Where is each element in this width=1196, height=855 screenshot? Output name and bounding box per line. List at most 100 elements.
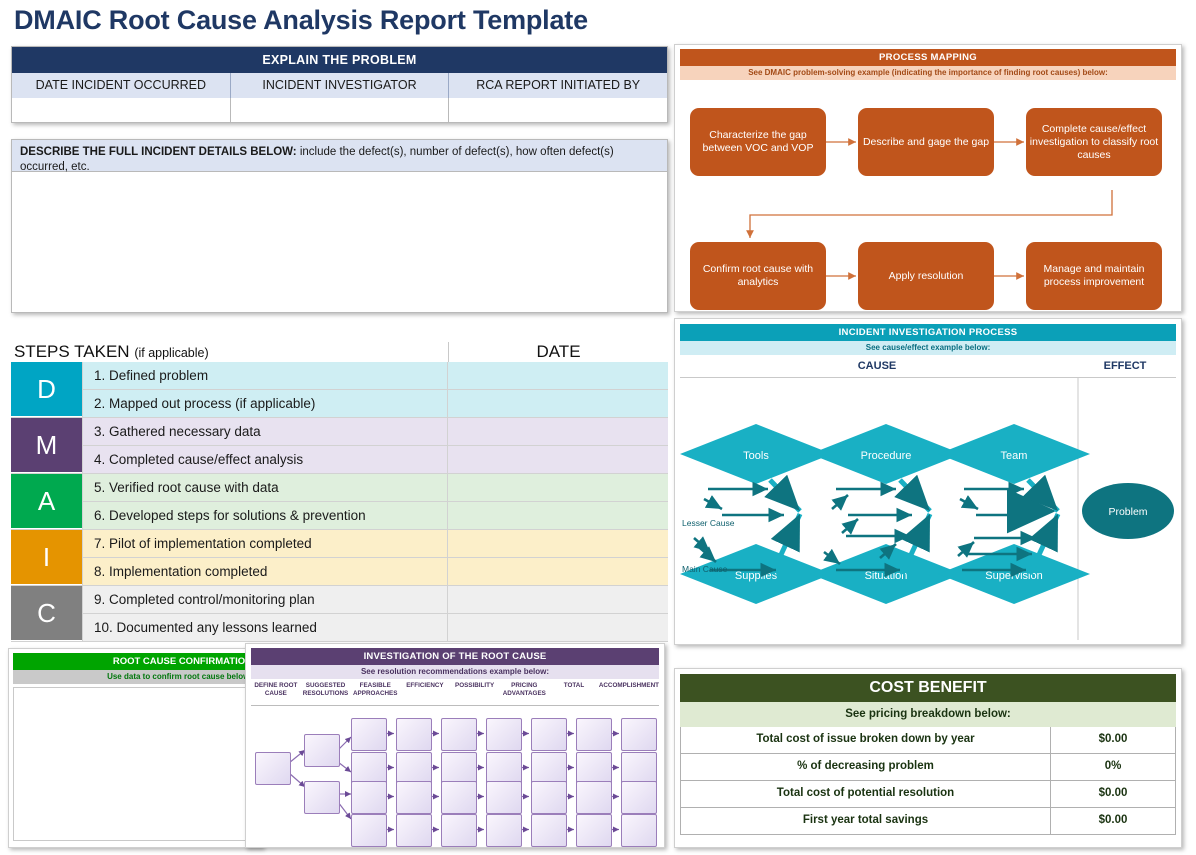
root-cause-confirmation-subheader: Use data to confirm root cause below: <box>13 670 258 684</box>
column-header-incident-investigator: INCIDENT INVESTIGATOR <box>231 73 450 98</box>
root-cause-confirmation-header: ROOT CAUSE CONFIRMATION <box>13 653 258 670</box>
tree-node-r3-c2[interactable] <box>396 781 432 814</box>
step-date-field[interactable] <box>448 586 668 613</box>
svg-text:Supervision: Supervision <box>985 570 1042 582</box>
tree-node-r3-c7[interactable] <box>621 781 657 814</box>
cost-benefit-value[interactable]: $0.00 <box>1051 727 1175 753</box>
tree-node-r1-c7[interactable] <box>621 718 657 751</box>
tree-node-r4-c5[interactable] <box>531 814 567 847</box>
column-header-rca-report-initiated-by: RCA REPORT INITIATED BY <box>476 78 641 92</box>
cost-benefit-value[interactable]: $0.00 <box>1051 781 1175 807</box>
cost-benefit-value[interactable]: 0% <box>1051 754 1175 780</box>
process-box-6[interactable]: Manage and maintain process improvement <box>1026 242 1162 310</box>
cost-benefit-header: COST BENEFIT <box>680 674 1176 702</box>
svg-text:Tools: Tools <box>743 450 769 462</box>
cost-benefit-table: Total cost of issue broken down by year $… <box>675 727 1181 835</box>
tree-node-branch-2[interactable] <box>304 781 340 814</box>
describe-incident-textarea[interactable] <box>12 172 667 312</box>
fishbone-diagram: Tools Procedure Team Supplies Situation … <box>680 377 1176 640</box>
process-mapping-header: PROCESS MAPPING <box>680 49 1176 66</box>
tree-node-root[interactable] <box>255 752 291 785</box>
steps-taken-title: STEPS TAKEN (if applicable) <box>11 342 448 362</box>
dmaic-letter-m: M <box>11 418 82 472</box>
explain-the-problem-column-headers: DATE INCIDENT OCCURRED INCIDENT INVESTIG… <box>12 73 667 98</box>
step-task-label: 1. Defined problem <box>82 362 448 389</box>
page-title: DMAIC Root Cause Analysis Report Templat… <box>14 5 588 35</box>
rca-report-initiated-by-field[interactable] <box>449 98 667 122</box>
cost-benefit-label: Total cost of potential resolution <box>681 781 1051 807</box>
tree-node-r4-c1[interactable] <box>351 814 387 847</box>
tree-node-r3-c5[interactable] <box>531 781 567 814</box>
dmaic-letter-d: D <box>11 362 82 416</box>
tree-node-r1-c3[interactable] <box>441 718 477 751</box>
tree-node-r4-c3[interactable] <box>441 814 477 847</box>
date-incident-occurred-field[interactable] <box>12 98 231 122</box>
step-date-field[interactable] <box>448 502 668 529</box>
fishbone-annotation-main-cause: Main Cause <box>682 564 728 574</box>
tree-node-r1-c5[interactable] <box>531 718 567 751</box>
fishbone-column-labels: CAUSE EFFECT <box>680 360 1176 377</box>
tree-node-r4-c4[interactable] <box>486 814 522 847</box>
tree-node-r1-c1[interactable] <box>351 718 387 751</box>
tree-node-r4-c2[interactable] <box>396 814 432 847</box>
step-date-field[interactable] <box>448 474 668 501</box>
tree-node-r4-c7[interactable] <box>621 814 657 847</box>
steps-taken-header-row: STEPS TAKEN (if applicable) DATE <box>11 332 668 362</box>
step-task-label: 2. Mapped out process (if applicable) <box>82 390 448 417</box>
tree-node-r3-c6[interactable] <box>576 781 612 814</box>
fishbone-svg: Tools Procedure Team Supplies Situation … <box>680 378 1174 640</box>
tree-node-r3-c1[interactable] <box>351 781 387 814</box>
tree-node-r3-c3[interactable] <box>441 781 477 814</box>
steps-table-row: I 7. Pilot of implementation completed <box>11 530 668 584</box>
steps-taken-title-note: (if applicable) <box>134 346 209 360</box>
incident-investigation-panel: INCIDENT INVESTIGATION PROCESS See cause… <box>674 318 1182 645</box>
tree-node-r1-c6[interactable] <box>576 718 612 751</box>
step-task-label: 5. Verified root cause with data <box>82 474 448 501</box>
step-date-field[interactable] <box>448 558 668 585</box>
column-header-date-incident-occurred: DATE INCIDENT OCCURRED <box>12 73 231 98</box>
step-date-field[interactable] <box>448 530 668 557</box>
fishbone-header: INCIDENT INVESTIGATION PROCESS <box>680 324 1176 341</box>
cost-benefit-label: % of decreasing problem <box>681 754 1051 780</box>
investigation-tree-diagram <box>251 705 659 847</box>
steps-taken-table: D 1. Defined problem 2. Mapped out process… <box>11 362 668 642</box>
svg-text:Team: Team <box>1001 450 1028 462</box>
step-date-field[interactable] <box>448 446 668 473</box>
fishbone-effect-label: EFFECT <box>1103 360 1147 372</box>
tree-node-r4-c6[interactable] <box>576 814 612 847</box>
process-box-3[interactable]: Complete cause/effect investigation to c… <box>1026 108 1162 176</box>
investigation-column-7: TOTAL <box>563 682 585 689</box>
steps-table-row: D 1. Defined problem <box>11 362 668 416</box>
steps-table-row: 6. Developed steps for solutions & preve… <box>11 502 668 530</box>
cost-benefit-panel: COST BENEFIT See pricing breakdown below… <box>674 668 1182 848</box>
describe-incident-instruction: DESCRIBE THE FULL INCIDENT DETAILS BELOW… <box>12 140 667 173</box>
process-box-1[interactable]: Characterize the gap between VOC and VOP <box>690 108 826 176</box>
describe-incident-label: DESCRIBE THE FULL INCIDENT DETAILS BELOW… <box>20 146 297 158</box>
investigation-column-3: FEASIBLE APPROACHES <box>353 682 398 697</box>
root-cause-confirmation-panel: ROOT CAUSE CONFIRMATION Use data to conf… <box>8 648 263 848</box>
steps-taken-section: STEPS TAKEN (if applicable) DATE D 1. Def… <box>11 332 668 642</box>
describe-incident-panel: DESCRIBE THE FULL INCIDENT DETAILS BELOW… <box>11 139 668 313</box>
investigation-subheader: See resolution recommendations example b… <box>251 665 659 679</box>
process-box-2[interactable]: Describe and gage the gap <box>858 108 994 176</box>
tree-node-branch-1[interactable] <box>304 734 340 767</box>
fishbone-cause-label: CAUSE <box>857 360 897 372</box>
step-date-field[interactable] <box>448 614 668 641</box>
steps-table-row: 10. Documented any lessons learned <box>11 614 668 642</box>
incident-investigator-field[interactable] <box>231 98 450 122</box>
step-date-field[interactable] <box>448 390 668 417</box>
cost-benefit-label: First year total savings <box>681 808 1051 834</box>
root-cause-confirmation-textarea[interactable] <box>13 687 258 841</box>
process-box-5[interactable]: Apply resolution <box>858 242 994 310</box>
steps-taken-date-header: DATE <box>448 342 668 362</box>
cost-benefit-value[interactable]: $0.00 <box>1051 808 1175 834</box>
step-task-label: 3. Gathered necessary data <box>82 418 448 445</box>
tree-node-r1-c4[interactable] <box>486 718 522 751</box>
step-date-field[interactable] <box>448 362 668 389</box>
tree-node-r3-c4[interactable] <box>486 781 522 814</box>
process-box-4[interactable]: Confirm root cause with analytics <box>690 242 826 310</box>
steps-table-row: A 5. Verified root cause with data <box>11 474 668 528</box>
tree-node-r1-c2[interactable] <box>396 718 432 751</box>
step-date-field[interactable] <box>448 418 668 445</box>
investigation-column-5: POSSIBILITY <box>455 682 495 689</box>
